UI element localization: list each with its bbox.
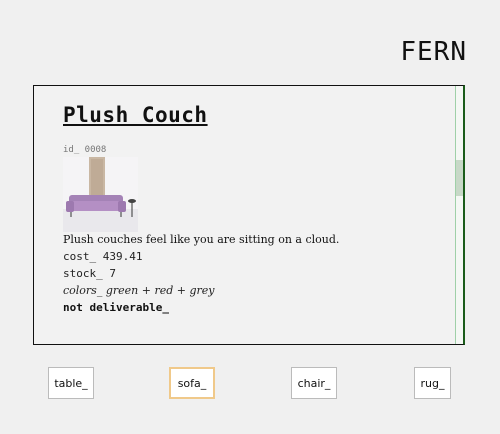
product-description: Plush couches feel like you are sitting … (63, 233, 340, 246)
product-photo (63, 157, 138, 232)
product-id: id_ 0008 (63, 145, 107, 155)
delivery-status: not deliverable_ (63, 301, 169, 314)
scrollbar-thumb[interactable] (456, 160, 463, 196)
nav-button-table[interactable]: table_ (48, 367, 94, 399)
product-cost: cost_ 439.41 (63, 250, 143, 263)
product-colors: colors_ green + red + grey (63, 284, 215, 297)
product-stock: stock_ 7 (63, 267, 116, 280)
brand-logo: FERN (400, 37, 467, 67)
nav-button-chair[interactable]: chair_ (291, 367, 337, 399)
nav-button-rug[interactable]: rug_ (414, 367, 451, 399)
nav-button-sofa[interactable]: sofa_ (169, 367, 215, 399)
product-title: Plush Couch (63, 103, 208, 127)
product-card: Plush Couch id_ 0008 Plush couches feel … (33, 85, 465, 345)
card-scrollbar[interactable] (455, 86, 463, 344)
